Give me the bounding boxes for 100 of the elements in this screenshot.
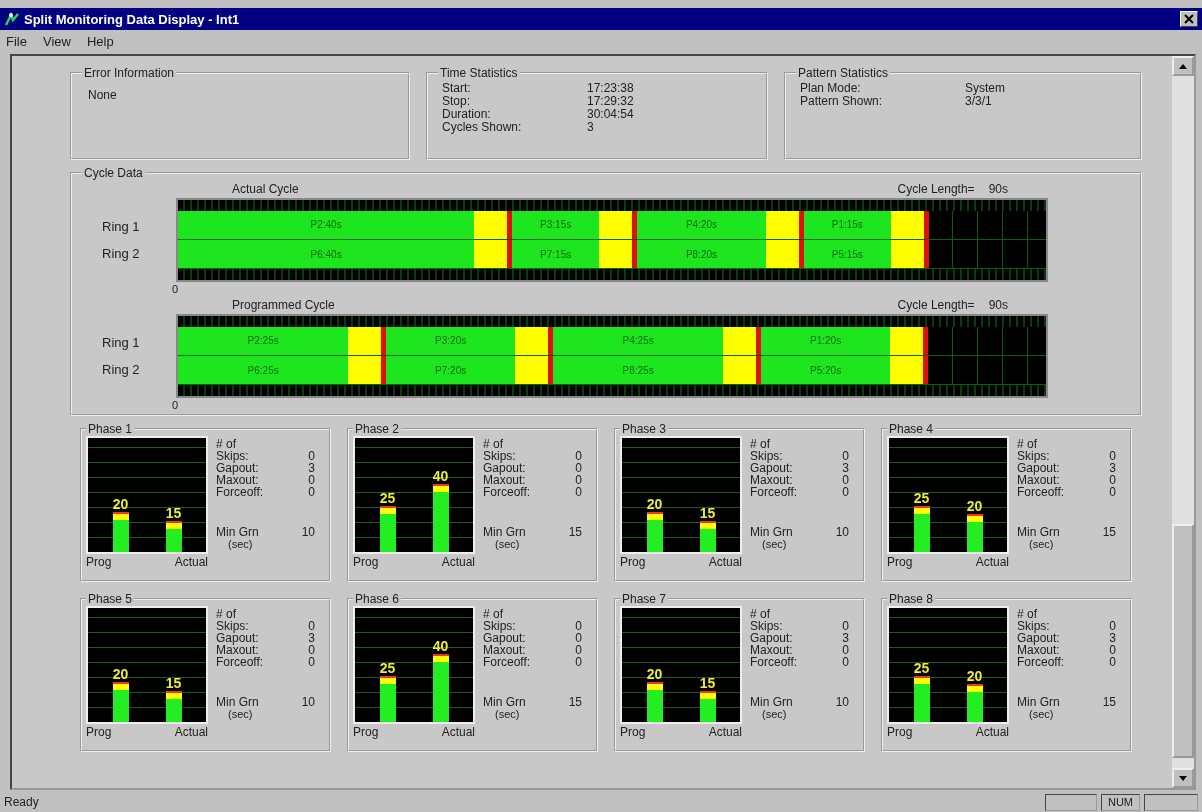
stat-label: Maxout: (1017, 644, 1060, 656)
bar (112, 682, 129, 722)
stat-label: Gapout: (216, 462, 259, 474)
bar-label: Actual (708, 555, 742, 569)
stat-label: Maxout: (750, 644, 793, 656)
scroll-thumb[interactable] (1172, 524, 1194, 758)
status-pane (1144, 793, 1198, 811)
stat-value: 0 (842, 620, 849, 632)
scroll-up-button[interactable] (1172, 56, 1194, 76)
change-interval (599, 210, 633, 239)
stat-value: 0 (575, 632, 582, 644)
stat-value: 0 (575, 620, 582, 632)
phase-interval: P1:15s (803, 210, 891, 239)
bar (432, 653, 449, 722)
stats-heading: # of (216, 608, 237, 620)
stat-value: 3 (1109, 632, 1116, 644)
bar-value: 40 (432, 467, 449, 484)
stats-heading: # of (483, 438, 504, 450)
bar (165, 521, 182, 552)
stat-value: 0 (575, 486, 582, 498)
stat-label: Forceoff: (1017, 656, 1065, 668)
stat-label: Gapout: (483, 632, 526, 644)
bar-value: 25 (379, 490, 396, 507)
stat-value: 0 (308, 450, 315, 462)
bar (913, 506, 930, 552)
stat-value: 3/3/1 (965, 95, 992, 108)
stat-value: 0 (308, 474, 315, 486)
unit-label: (sec) (1028, 538, 1055, 550)
cycle-title: Programmed Cycle (232, 298, 336, 312)
phase-interval: P4:25s (552, 326, 724, 355)
stat-value: 0 (575, 644, 582, 656)
stat-value: 0 (1109, 474, 1116, 486)
group-title: Pattern Statistics (797, 66, 890, 80)
bar-label: Prog (353, 555, 379, 569)
menu-item[interactable]: Help (86, 33, 114, 49)
stat-value: 0 (1109, 450, 1116, 462)
bar-label: Actual (708, 725, 742, 739)
group-title: Phase 6 (354, 592, 401, 606)
menu-item[interactable]: File (6, 33, 27, 49)
bar-value: 20 (966, 668, 983, 685)
group-title: Phase 8 (888, 592, 935, 606)
status-indicator: NUM (1100, 793, 1140, 811)
stat-label: Start: (442, 82, 472, 95)
stat-label: Gapout: (1017, 632, 1060, 644)
stat-label: Skips: (750, 450, 783, 462)
bar-label: Actual (174, 725, 208, 739)
stat-label: Skips: (216, 620, 249, 632)
menu-item[interactable]: View (42, 33, 71, 49)
close-button[interactable] (1180, 11, 1198, 27)
stat-label: Gapout: (750, 632, 793, 644)
bar-value: 40 (432, 637, 449, 654)
phase-interval: P3:15s (512, 210, 600, 239)
change-interval (474, 210, 508, 239)
bar-label: Prog (620, 555, 646, 569)
stat-label: Duration: (442, 108, 492, 121)
stats-heading: # of (1017, 438, 1038, 450)
stat-label: Forceoff: (750, 656, 798, 668)
phase-interval: P6:40s (178, 240, 475, 269)
stat-label: Skips: (216, 450, 249, 462)
phase-interval: P8:20s (637, 240, 766, 269)
stat-label: Maxout: (750, 474, 793, 486)
bar (379, 506, 396, 552)
group-title: Phase 2 (354, 422, 401, 436)
stat-value: 10 (301, 526, 315, 538)
stat-label: Skips: (750, 620, 783, 632)
stat-label: Min Grn (483, 696, 526, 708)
bar (966, 514, 983, 552)
unit-label: (sec) (227, 708, 254, 720)
stat-label: Min Grn (216, 696, 259, 708)
phase-interval: P5:20s (761, 356, 890, 385)
cycle-length-label: Cycle Length= (897, 182, 975, 196)
scroll-down-button[interactable] (1172, 768, 1194, 788)
stat-value: 3 (842, 462, 849, 474)
stat-label: Forceoff: (216, 486, 264, 498)
bar-value: 25 (913, 490, 930, 507)
bar-label: Prog (353, 725, 379, 739)
stat-value: 17:29:32 (587, 95, 635, 108)
bar-label: Actual (441, 555, 475, 569)
stat-label: Min Grn (750, 696, 793, 708)
change-interval (723, 326, 757, 355)
stat-value: 3 (842, 632, 849, 644)
change-interval (348, 326, 382, 355)
stat-value: 3 (308, 462, 315, 474)
bar-value: 20 (646, 666, 663, 683)
stat-value: 15 (568, 526, 582, 538)
bar-label: Prog (620, 725, 646, 739)
change-interval (348, 356, 382, 385)
change-interval (889, 356, 923, 385)
bar-label: Actual (441, 725, 475, 739)
bar-value: 25 (913, 660, 930, 677)
stat-label: Min Grn (1017, 696, 1060, 708)
group-title: Error Information (83, 66, 176, 80)
bar-value: 15 (165, 505, 182, 522)
axis-label: 0 (171, 282, 180, 296)
stat-value: 0 (842, 474, 849, 486)
change-interval (474, 240, 508, 269)
scrollbar[interactable] (1172, 56, 1194, 788)
unit-label: (sec) (227, 538, 254, 550)
bar-label: Actual (174, 555, 208, 569)
ring-label: Ring 2 (102, 246, 141, 261)
